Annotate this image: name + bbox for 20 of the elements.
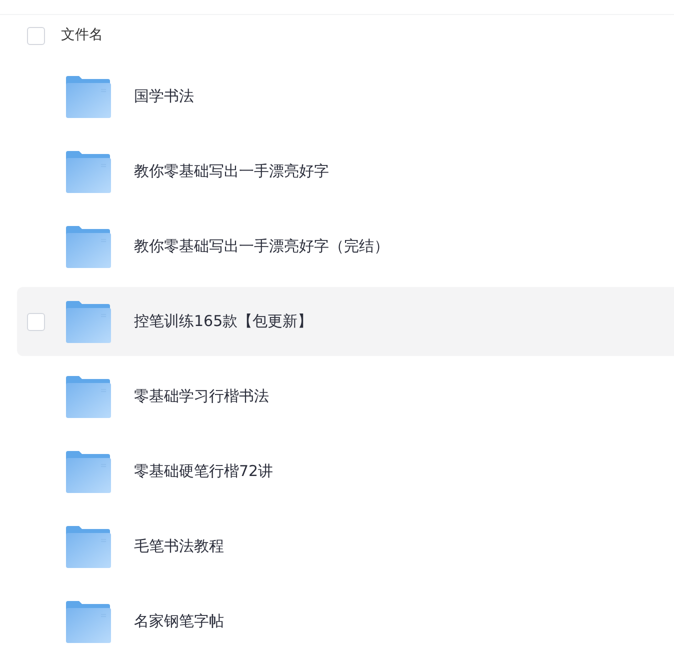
folder-icon: [65, 76, 111, 118]
folder-name: 零基础硬笔行楷72讲: [134, 461, 274, 482]
folder-name: 毛笔书法教程: [134, 536, 224, 558]
folder-icon: [65, 600, 111, 642]
column-header: 文件名: [61, 26, 103, 45]
folder-icon: [65, 526, 111, 568]
folder-icon: [65, 226, 111, 268]
checkbox[interactable]: [27, 312, 45, 330]
folder-icon: [65, 450, 111, 492]
folder-name: 国学书法: [134, 86, 194, 108]
folder-icon: [65, 300, 111, 342]
folder-name: 名家钢笔字帖: [134, 611, 224, 632]
checkbox[interactable]: [27, 26, 45, 44]
folder-name: 教你零基础写出一手漂亮好字: [134, 161, 329, 182]
folder-icon: [65, 376, 111, 418]
folder-name: 控笔训练165款【包更新】: [134, 311, 313, 332]
folder-name: 教你零基础写出一手漂亮好字（完结）: [134, 236, 389, 258]
folder-name: 零基础学习行楷书法: [134, 386, 269, 408]
folder-icon: [65, 150, 111, 192]
file-row[interactable]: 控笔训练165款【包更新】: [17, 287, 674, 356]
